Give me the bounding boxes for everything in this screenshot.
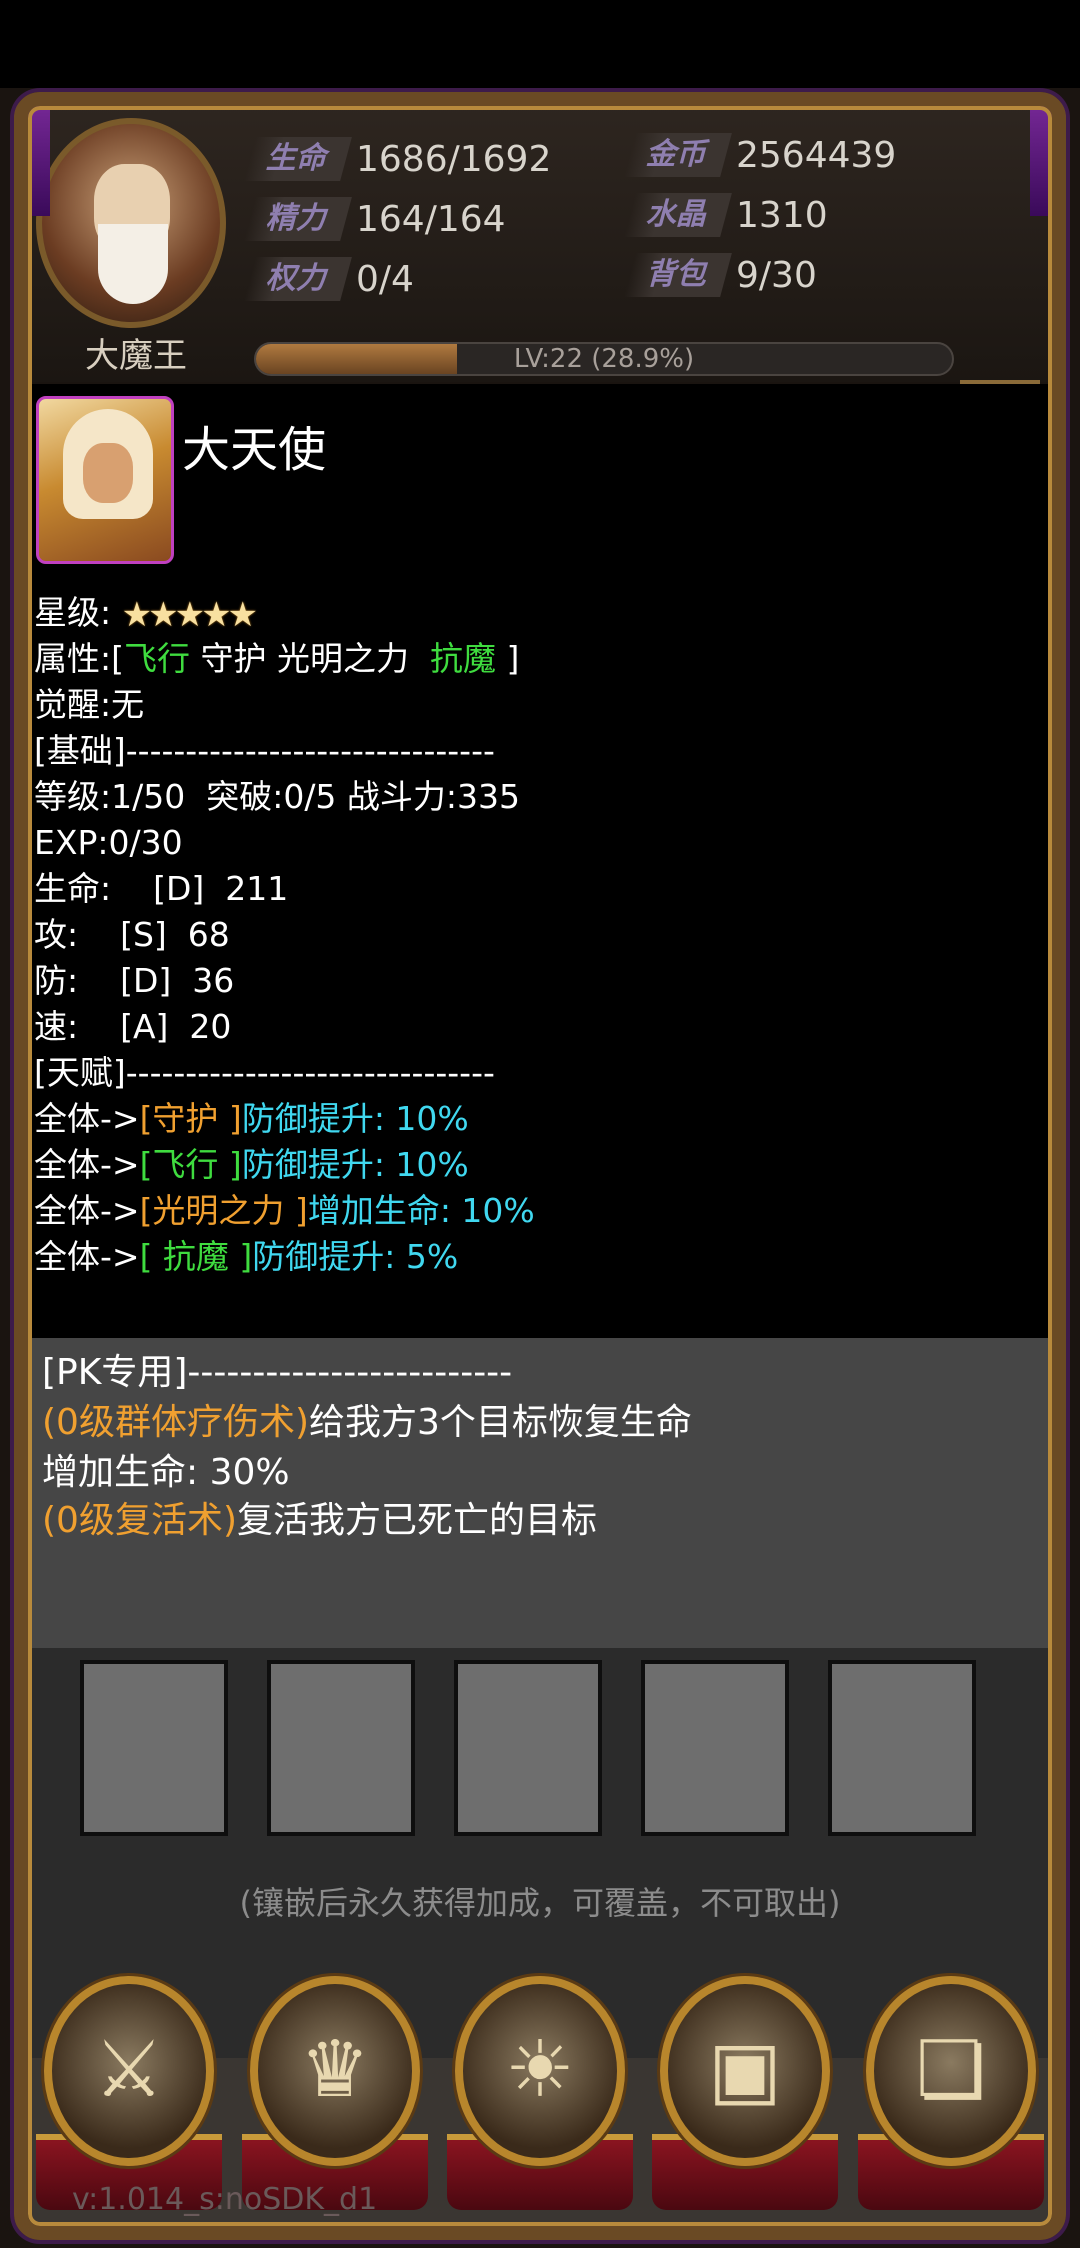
inlay-slot-5[interactable] <box>828 1660 976 1836</box>
skill-name: (0级复活术) <box>42 1500 237 1541</box>
crystal-tag: 水晶 <box>624 193 732 237</box>
stat-bag: 背包 9/30 <box>624 250 817 300</box>
treasure-chest-icon: ▣ <box>708 2025 782 2115</box>
stat-energy: 精力 164/164 <box>244 194 506 244</box>
def-row: 防: [D] 36 <box>34 961 235 1000</box>
version-label: v:1.014_s:noSDK_d1 <box>72 2182 378 2217</box>
bag-value: 9/30 <box>736 254 817 296</box>
talent-row: 全体->[守护 ]防御提升: 10% <box>34 1096 469 1142</box>
frame-gem-left <box>14 96 50 216</box>
hero-face <box>83 443 133 503</box>
golden-helmet-icon: ♛ <box>300 2025 370 2115</box>
skill-desc: 给我方3个目标恢复生命 <box>309 1402 692 1443</box>
level-progress-text: LV:22 (28.9%) <box>513 344 695 374</box>
stat-hp: 生命 1686/1692 <box>244 134 552 184</box>
talent-effect: 防御提升: 10% <box>241 1145 469 1184</box>
pk-skill-1: (0级群体疗伤术)给我方3个目标恢复生命 <box>42 1398 692 1448</box>
portrait-beard <box>98 224 168 304</box>
hero-name: 大天使 <box>182 422 327 478</box>
skill-desc: 复活我方已死亡的目标 <box>237 1500 598 1541</box>
header-ornament <box>960 330 1040 384</box>
spd-row: 速: [A] 20 <box>34 1007 232 1046</box>
talent-prefix: 全体-> <box>34 1191 140 1230</box>
bag-tag: 背包 <box>624 253 732 297</box>
stat-power: 权力 0/4 <box>244 254 414 304</box>
attr-anti: 抗魔 <box>429 639 496 678</box>
frame-gem-right <box>1030 96 1066 216</box>
hero-avatar[interactable] <box>36 396 174 564</box>
stat-crystal: 水晶 1310 <box>624 190 828 240</box>
gold-value: 2564439 <box>736 134 897 176</box>
nav-chest-button[interactable]: ▣ <box>652 1976 838 2216</box>
talent-prefix: 全体-> <box>34 1145 140 1184</box>
inlay-slot-1[interactable] <box>80 1660 228 1836</box>
shield-swords-icon: ⚔ <box>94 2025 164 2115</box>
pk-skill-1-bonus: 增加生命: 30% <box>42 1452 290 1493</box>
talent-header: [天赋]------------------------------- <box>34 1053 495 1092</box>
attr-fly: 飞行 <box>124 639 190 678</box>
star-row: 星级: ★★★★★ <box>34 590 258 638</box>
exp-row: EXP:0/30 <box>34 823 183 862</box>
talent-effect: 防御提升: 5% <box>252 1237 459 1276</box>
power-value: 0/4 <box>356 258 414 300</box>
talent-effect: 增加生命: 10% <box>307 1191 535 1230</box>
crystal-value: 1310 <box>736 194 828 236</box>
nav-book-button[interactable]: ❏ <box>858 1976 1044 2216</box>
power-tag: 权力 <box>244 257 352 301</box>
attr-suffix: ] <box>495 639 520 678</box>
nav-equipment-button[interactable]: ⚔ <box>36 1976 222 2216</box>
talent-prefix: 全体-> <box>34 1099 140 1138</box>
talent-prefix: 全体-> <box>34 1237 140 1276</box>
pk-header: [PK专用]------------------------- <box>42 1352 513 1393</box>
talent-row: 全体->[飞行 ]防御提升: 10% <box>34 1142 469 1188</box>
star-label: 星级: <box>34 593 112 632</box>
energy-value: 164/164 <box>356 198 506 240</box>
mystic-face-icon: ☀ <box>505 2025 575 2115</box>
level-progress-bar: LV:22 (28.9%) <box>254 342 954 376</box>
level-row: 等级:1/50 突破:0/5 战斗力:335 <box>34 777 521 816</box>
star-rating-icon: ★★★★★ <box>121 594 258 635</box>
hp-row: 生命: [D] 211 <box>34 869 289 908</box>
attr-mid: 守护 光明之力 <box>190 639 430 678</box>
gold-tag: 金币 <box>624 133 732 177</box>
nav-mystic-button[interactable]: ☀ <box>447 1976 633 2216</box>
nav-hero-button[interactable]: ♛ <box>242 1976 428 2216</box>
open-book-icon: ❏ <box>916 2025 986 2115</box>
talent-row: 全体->[ 抗魔 ]防御提升: 5% <box>34 1234 458 1280</box>
talent-tag: [ 抗魔 ] <box>139 1237 253 1276</box>
talent-effect: 防御提升: 10% <box>241 1099 469 1138</box>
skill-name: (0级群体疗伤术) <box>42 1402 309 1443</box>
hp-value: 1686/1692 <box>356 138 552 180</box>
attribute-row: 属性:[飞行 守护 光明之力 抗魔 ] <box>34 636 519 682</box>
boss-portrait[interactable] <box>36 118 226 328</box>
pk-skill-2: (0级复活术)复活我方已死亡的目标 <box>42 1496 597 1546</box>
inlay-slot-3[interactable] <box>454 1660 602 1836</box>
basic-header: [基础]------------------------------- <box>34 731 495 770</box>
inlay-slot-2[interactable] <box>267 1660 415 1836</box>
player-name: 大魔王 <box>85 336 187 376</box>
awaken-row: 觉醒:无 <box>34 685 145 724</box>
inlay-slot-4[interactable] <box>641 1660 789 1836</box>
atk-row: 攻: [S] 68 <box>34 915 230 954</box>
talent-row: 全体->[光明之力 ]增加生命: 10% <box>34 1188 535 1234</box>
hp-tag: 生命 <box>244 137 352 181</box>
energy-tag: 精力 <box>244 197 352 241</box>
attr-prefix: 属性:[ <box>34 639 124 678</box>
stat-gold: 金币 2564439 <box>624 130 897 180</box>
inlay-hint: (镶嵌后永久获得加成，可覆盖，不可取出) <box>239 1884 841 1922</box>
talent-tag: [守护 ] <box>139 1099 242 1138</box>
talent-tag: [飞行 ] <box>139 1145 242 1184</box>
talent-tag: [光明之力 ] <box>139 1191 308 1230</box>
